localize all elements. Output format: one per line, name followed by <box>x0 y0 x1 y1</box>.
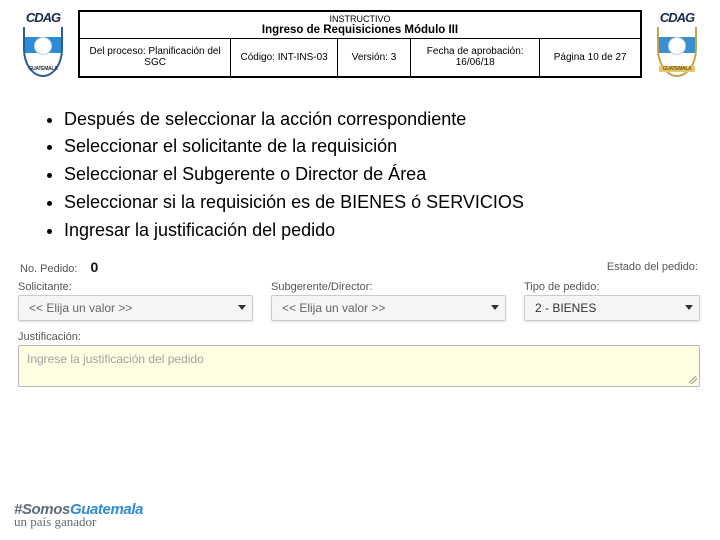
brand-word-left: CDAG <box>26 10 60 25</box>
header-process: Del proceso: Planificación del SGC <box>79 39 231 77</box>
solicitante-label: Solicitante: <box>18 281 253 293</box>
instruction-list: Después de seleccionar la acción corresp… <box>38 106 706 245</box>
header-code: Código: INT-INS-03 <box>231 39 338 77</box>
no-pedido-value: 0 <box>91 259 99 275</box>
list-item: Seleccionar el solicitante de la requisi… <box>64 133 706 161</box>
subgerente-select-value: << Elija un valor >> <box>282 301 385 315</box>
footer-slogan: #SomosGuatemala un país ganador <box>14 502 143 528</box>
list-item: Seleccionar el Subgerente o Director de … <box>64 161 706 189</box>
brand-word-right: CDAG <box>660 10 694 25</box>
justificacion-placeholder: Ingrese la justificación del pedido <box>27 352 204 366</box>
header-approval: Fecha de aprobación: 16/06/18 <box>411 39 540 77</box>
no-pedido-group: No. Pedido: 0 <box>20 259 98 275</box>
solicitante-select[interactable]: << Elija un valor >> <box>18 295 253 321</box>
justificacion-textarea[interactable]: Ingrese la justificación del pedido <box>18 345 700 387</box>
resize-handle-icon[interactable] <box>689 376 697 384</box>
header-title: Ingreso de Requisiciones Módulo III <box>86 24 634 36</box>
list-item: Ingresar la justificación del pedido <box>64 217 706 245</box>
header-info-table: INSTRUCTIVO Ingreso de Requisiciones Mód… <box>78 10 642 78</box>
chevron-down-icon <box>491 305 499 310</box>
estado-pedido-label: Estado del pedido: <box>607 261 698 273</box>
chevron-down-icon <box>238 305 246 310</box>
tipo-pedido-select-value: 2 - BIENES <box>535 301 596 315</box>
shield-icon: GUATEMALA <box>23 27 63 77</box>
document-header: CDAG GUATEMALA INSTRUCTIVO Ingreso de Re… <box>14 10 706 78</box>
requisition-form-screenshot: No. Pedido: 0 Estado del pedido: Solicit… <box>14 259 704 387</box>
no-pedido-label: No. Pedido: <box>20 263 77 275</box>
tipo-pedido-select[interactable]: 2 - BIENES <box>524 295 700 321</box>
logo-right: CDAG GUATEMALA <box>648 10 706 77</box>
list-item: Después de seleccionar la acción corresp… <box>64 106 706 134</box>
list-item: Seleccionar si la requisición es de BIEN… <box>64 189 706 217</box>
header-page: Página 10 de 27 <box>540 39 641 77</box>
header-supertitle: INSTRUCTIVO <box>86 14 634 24</box>
tipo-pedido-label: Tipo de pedido: <box>524 281 700 293</box>
chevron-down-icon <box>685 305 693 310</box>
subgerente-label: Subgerente/Director: <box>271 281 506 293</box>
justificacion-label: Justificación: <box>18 331 700 343</box>
solicitante-select-value: << Elija un valor >> <box>29 301 132 315</box>
subgerente-select[interactable]: << Elija un valor >> <box>271 295 506 321</box>
header-version: Versión: 3 <box>338 39 411 77</box>
logo-left: CDAG GUATEMALA <box>14 10 72 77</box>
shield-icon: GUATEMALA <box>657 27 697 77</box>
